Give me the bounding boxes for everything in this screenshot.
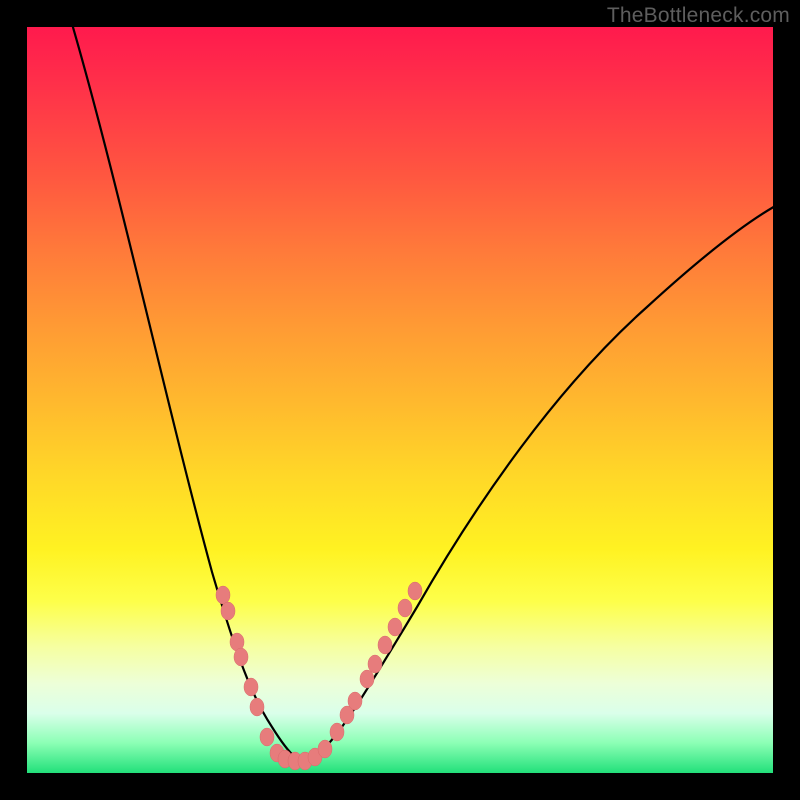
plot-area bbox=[27, 27, 773, 773]
data-dot bbox=[408, 582, 422, 600]
chart-svg bbox=[27, 27, 773, 773]
data-dot bbox=[360, 670, 374, 688]
data-dot bbox=[388, 618, 402, 636]
curve-left-branch bbox=[70, 27, 300, 760]
data-dot bbox=[250, 698, 264, 716]
data-dot bbox=[234, 648, 248, 666]
data-dot bbox=[260, 728, 274, 746]
data-dot bbox=[221, 602, 235, 620]
data-dot bbox=[378, 636, 392, 654]
watermark-text: TheBottleneck.com bbox=[607, 4, 790, 28]
data-dot bbox=[216, 586, 230, 604]
data-dot bbox=[318, 740, 332, 758]
data-dot bbox=[398, 599, 412, 617]
outer-frame: TheBottleneck.com bbox=[0, 0, 800, 800]
data-dot bbox=[348, 692, 362, 710]
data-dot bbox=[368, 655, 382, 673]
curve-group bbox=[70, 27, 773, 760]
data-dot bbox=[330, 723, 344, 741]
data-dot bbox=[244, 678, 258, 696]
